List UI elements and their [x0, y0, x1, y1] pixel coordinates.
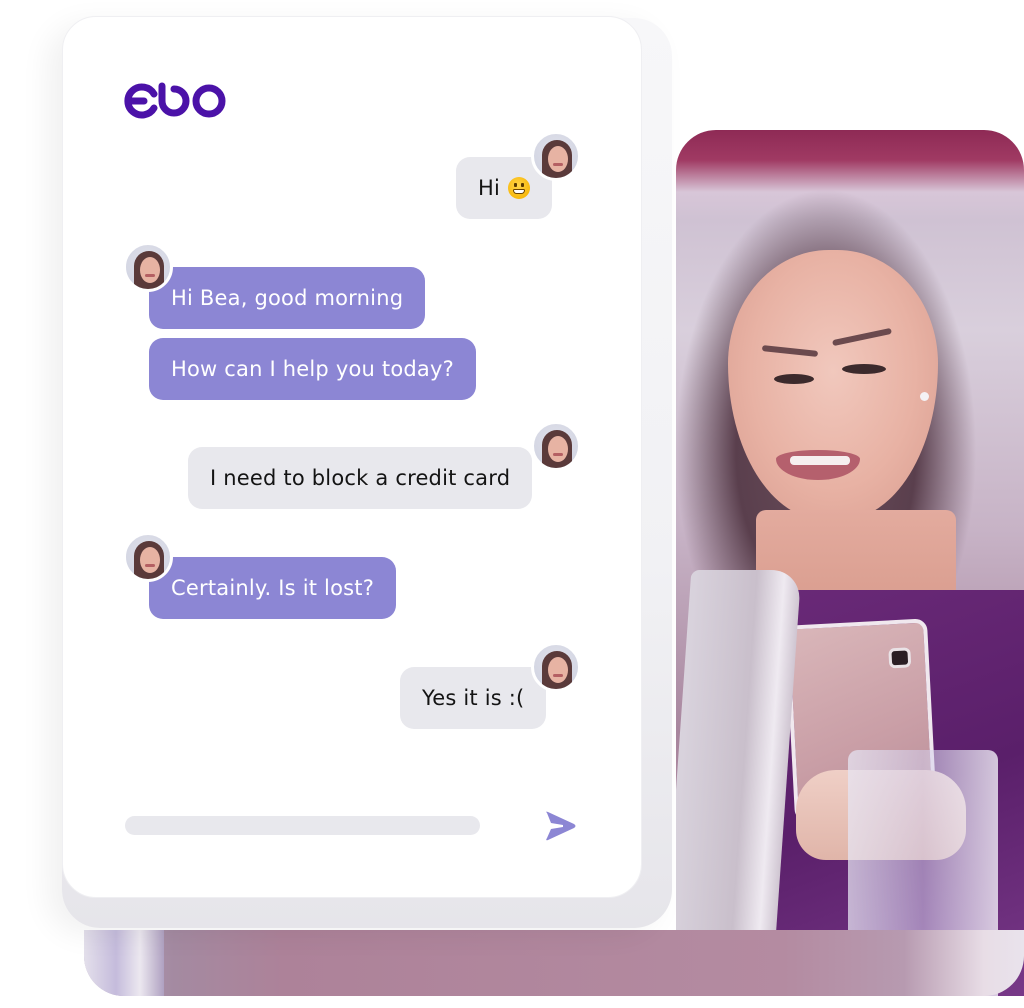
message-text: Hi: [478, 176, 501, 200]
message-bubble-user: Yes it is :(: [400, 667, 547, 729]
agent-avatar: [123, 532, 173, 582]
photo-teeth: [790, 456, 850, 465]
photo-earring: [920, 392, 929, 401]
message-bubble-agent: Certainly. Is it lost?: [149, 557, 397, 619]
send-icon[interactable]: [543, 810, 577, 842]
phone-camera: [888, 647, 912, 669]
message-text: How can I help you today?: [171, 357, 454, 381]
message-text: Yes it is :(: [422, 686, 525, 710]
message-text: Certainly. Is it lost?: [171, 576, 375, 600]
message-bubble-agent: Hi Bea, good morning: [149, 267, 426, 329]
hero-photo: [676, 130, 1024, 996]
photo-eye-right: [842, 364, 886, 374]
hero-photo-bottom-strip: [84, 930, 1024, 996]
photo-eye-left: [774, 374, 814, 384]
user-avatar: [531, 642, 581, 692]
grinning-face-emoji-icon: [508, 177, 531, 199]
user-avatar: [531, 131, 581, 181]
photo-glass-foreground: [84, 930, 164, 996]
message-bubble-agent: How can I help you today?: [149, 338, 476, 400]
agent-avatar: [123, 242, 173, 292]
message-text: Hi Bea, good morning: [171, 286, 404, 310]
message-text: I need to block a credit card: [210, 466, 511, 490]
ebo-logo: [124, 82, 226, 119]
user-avatar: [531, 421, 581, 471]
message-input[interactable]: [125, 816, 480, 835]
message-bubble-user: I need to block a credit card: [188, 447, 533, 509]
